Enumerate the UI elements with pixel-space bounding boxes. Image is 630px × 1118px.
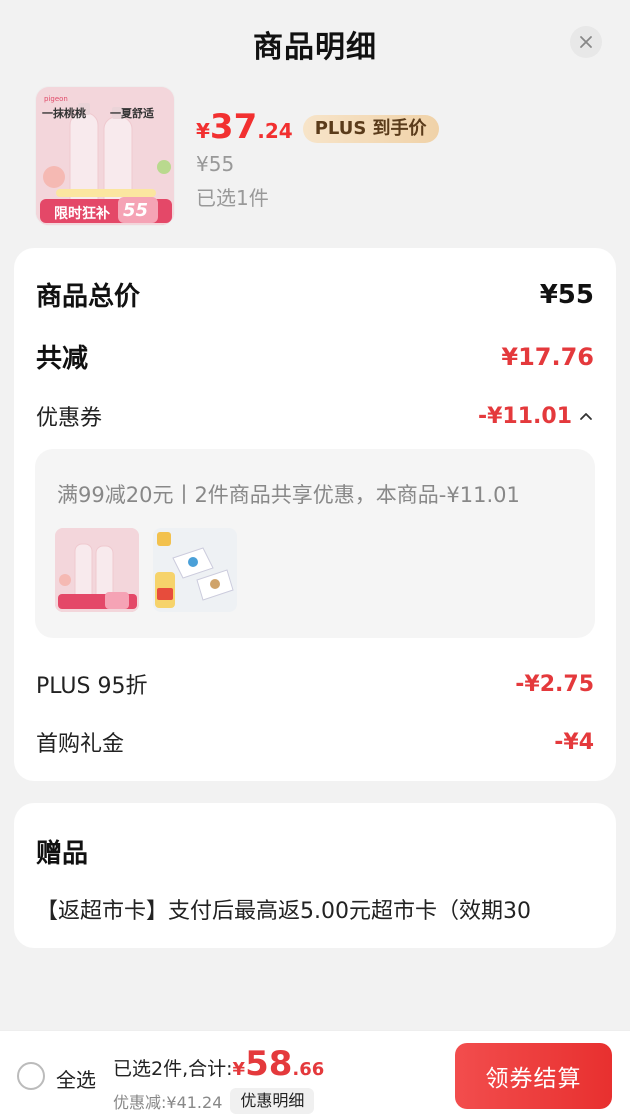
checkout-bar: 全选 已选2件,合计: ¥ 58 .66 优惠减:¥41.24 优惠明细 领券结… (0, 1030, 630, 1118)
total-label: 商品总价 (36, 282, 141, 312)
reduce-value: ¥17.76 (501, 342, 594, 371)
gift-description: 【返超市卡】支付后最高返5.00元超市卡（效期30 (36, 899, 531, 924)
chevron-up-icon (580, 413, 592, 420)
first-purchase-row: 首购礼金 -¥4 (36, 726, 594, 758)
discount-line: 优惠减:¥41.24 优惠明细 (113, 1088, 315, 1114)
select-all-checkbox[interactable] (17, 1062, 45, 1090)
gift-card: 赠品 【返超市卡】支付后最高返5.00元超市卡（效期30 (14, 803, 616, 948)
coupon-row[interactable]: 优惠券 -¥11.01 (36, 400, 594, 432)
image-promo-price: 55 (123, 200, 149, 221)
total-value: ¥55 (539, 279, 594, 310)
discount-text: 优惠减:¥41.24 (113, 1093, 223, 1112)
image-text-line2: 一夏舒适 (110, 107, 154, 120)
svg-text:pigeon: pigeon (44, 95, 68, 103)
price-row: ¥ 37 .24 PLUS 到手价 (196, 110, 439, 147)
selected-count: 已选1件 (196, 186, 269, 210)
product-thumb-2[interactable] (153, 528, 237, 612)
product-thumb-1-art (55, 528, 139, 612)
total-integer: 58 (245, 1044, 293, 1084)
product-thumb-1[interactable] (55, 528, 139, 612)
price-symbol: ¥ (196, 119, 210, 143)
plus-price-tag: PLUS 到手价 (302, 115, 439, 143)
image-text-line1: 一抹桃桃 (42, 107, 86, 120)
close-button[interactable] (570, 26, 602, 58)
page-title: 商品明细 (253, 30, 377, 65)
plus-discount-row: PLUS 95折 -¥2.75 (36, 668, 594, 700)
first-purchase-value: -¥4 (554, 729, 594, 755)
original-price: ¥55 (196, 152, 235, 176)
plus-discount-value: -¥2.75 (515, 671, 594, 697)
price-integer: 37 (209, 107, 258, 147)
header: 商品明细 (0, 0, 630, 86)
order-summary: 已选2件,合计: ¥ 58 .66 (113, 1047, 324, 1081)
total-row: 商品总价 ¥55 (36, 276, 594, 313)
reduce-label: 共减 (36, 344, 89, 374)
plus-discount-label: PLUS 95折 (36, 674, 148, 699)
product-summary: pigeon 一抹桃桃 一夏舒适 限时狂补 55 ¥ 37 .24 PLUS 到… (35, 86, 595, 226)
discount-detail-button[interactable]: 优惠明细 (230, 1088, 315, 1114)
coupon-value-group[interactable]: -¥11.01 (478, 404, 594, 429)
coupon-description: 满99减20元丨2件商品共享优惠，本商品-¥11.01 (57, 483, 520, 507)
reduce-row: 共减 ¥17.76 (36, 338, 594, 375)
total-symbol: ¥ (232, 1059, 246, 1080)
detail-sheet: 商品明细 pigeon 一抹桃桃 一夏舒适 限时狂补 55 ¥ 37 .24 P… (0, 0, 630, 1118)
image-promo-text: 限时狂补 (54, 206, 110, 222)
gift-title: 赠品 (36, 839, 89, 869)
first-purchase-label: 首购礼金 (36, 732, 125, 757)
price-breakdown-card: 商品总价 ¥55 共减 ¥17.76 优惠券 -¥11.01 满99减20元丨2… (14, 248, 616, 781)
product-image[interactable]: pigeon 一抹桃桃 一夏舒适 限时狂补 55 (35, 86, 175, 226)
close-icon (580, 36, 592, 48)
product-thumb-2-art (153, 528, 237, 612)
coupon-label: 优惠券 (36, 406, 103, 431)
checkout-button[interactable]: 领券结算 (455, 1043, 612, 1109)
summary-label: 已选2件,合计: (113, 1058, 233, 1080)
select-all-label[interactable]: 全选 (56, 1064, 96, 1093)
total-decimal: .66 (292, 1059, 325, 1080)
coupon-detail-box: 满99减20元丨2件商品共享优惠，本商品-¥11.01 (35, 449, 595, 638)
price-decimal: .24 (257, 119, 293, 143)
coupon-value: -¥11.01 (477, 403, 572, 429)
